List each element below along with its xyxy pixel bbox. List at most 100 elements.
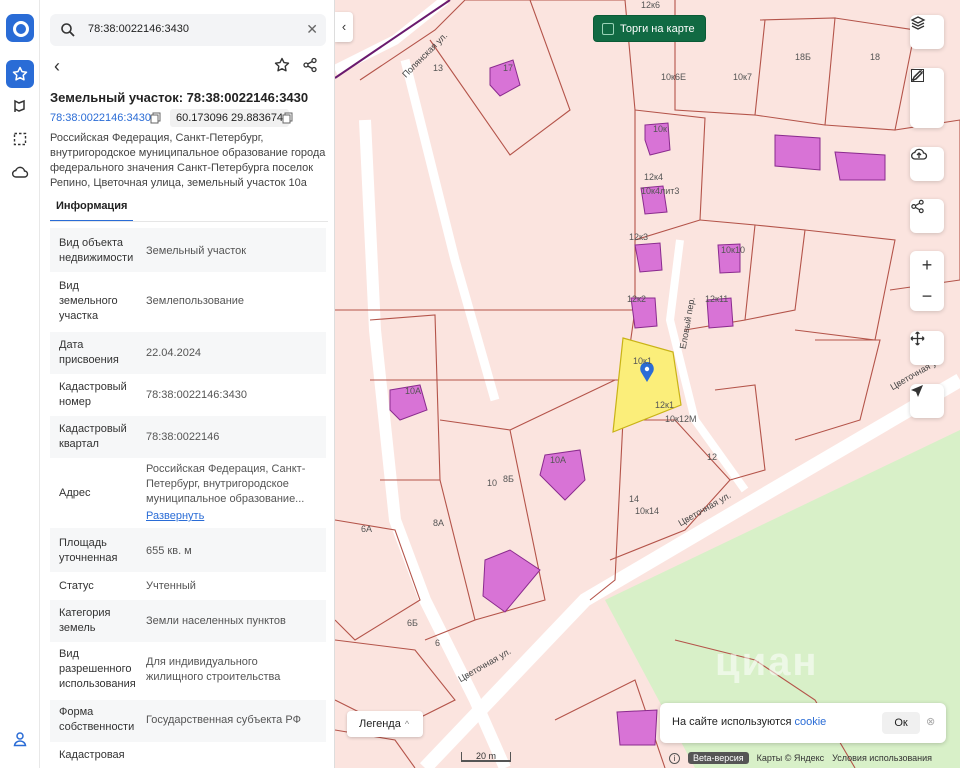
cloud-upload-icon (911, 148, 928, 160)
parcel-label: 10А (550, 455, 567, 465)
cian-watermark: циан (715, 640, 819, 684)
attr-row: Форма собственности Государственная субъ… (50, 700, 326, 742)
map-footer: i Beta-версия Карты © Яндекс Условия исп… (669, 751, 932, 765)
search-box[interactable]: 78:38:0022146:3430 ✕ (50, 14, 326, 46)
back-chevron-icon[interactable]: ‹ (54, 56, 60, 77)
object-title: Земельный участок: 78:38:0022146:3430 (50, 90, 309, 105)
geolocate-button[interactable] (910, 384, 944, 418)
terms-link[interactable]: Условия использования (832, 753, 932, 763)
tab-divider (50, 221, 328, 222)
info-icon[interactable]: i (669, 752, 680, 764)
attr-row: Вид разрешенного использования Для индив… (50, 642, 326, 700)
zoom-controls: + − (910, 251, 944, 311)
attr-row: Адрес Российская Федерация, Санкт-Петерб… (50, 458, 326, 528)
attr-key: Дата присвоения (59, 339, 119, 366)
attr-key: Вид разрешенного использования (59, 648, 136, 690)
parcel-label: 12к11 (705, 294, 729, 304)
info-panel: 78:38:0022146:3430 ✕ ‹ Земельный участок… (40, 0, 335, 768)
attr-value: 78:38:0022146:3430 (146, 389, 247, 401)
attr-key: Адрес (59, 487, 91, 499)
draw-tools (910, 68, 944, 128)
parcel-label: 10к12М (665, 414, 697, 424)
beta-badge: Beta-версия (688, 752, 749, 764)
attr-key: Кадастровый номер (59, 381, 127, 408)
cookie-text: На сайте используются cookie (672, 716, 826, 728)
attr-row: Кадастровый квартал 78:38:0022146 (50, 416, 326, 458)
close-icon[interactable]: ⊗ (926, 715, 935, 728)
parcel-label: 13 (433, 63, 444, 73)
parcel-label: 10к4лит3 (641, 186, 680, 196)
parcel-label: 6А (361, 524, 373, 534)
app-logo-icon[interactable] (6, 14, 34, 42)
cookie-banner: На сайте используются cookie Ок ⊗ (660, 703, 946, 743)
attr-value: Земельный участок (146, 245, 247, 257)
parcel-label: 18 (870, 52, 881, 62)
parcel-label: 12 (707, 452, 718, 462)
parcel-label: 10к (653, 124, 667, 134)
zoom-in-icon[interactable]: + (922, 255, 933, 276)
cadastral-map[interactable]: 13 17 10к6Е 10к7 18Б 18 12к6 10к 12к4 10… (335, 0, 960, 768)
layers-button[interactable] (910, 15, 944, 49)
share-icon[interactable] (302, 57, 318, 73)
scale-bar: 20 m (461, 752, 511, 762)
search-input[interactable]: 78:38:0022146:3430 (88, 23, 189, 35)
attr-value: 22.04.2024 (146, 347, 202, 359)
attr-value: Земли населенных пунктов (146, 615, 286, 627)
parcel-label: 8А (433, 518, 445, 528)
attr-key: Площадь уточненная (59, 537, 118, 564)
copy-icon[interactable] (150, 112, 161, 124)
map-route-icon[interactable] (6, 92, 34, 120)
left-rail (0, 0, 40, 768)
navigation-arrow-icon (911, 385, 923, 397)
user-profile-icon[interactable] (6, 725, 34, 753)
torgi-toggle[interactable]: Торги на карте (593, 15, 706, 42)
attr-value: Государственная субъекта РФ (146, 714, 301, 726)
parcel-label: 18Б (795, 52, 811, 62)
attr-key: Статус (59, 580, 94, 592)
tab-info[interactable]: Информация (50, 200, 134, 222)
maps-credit[interactable]: Карты © Яндекс (757, 753, 825, 763)
edit-icon[interactable] (910, 68, 925, 83)
upload-button[interactable] (910, 147, 944, 181)
parcel-label: 10к6Е (661, 72, 686, 82)
torgi-checkbox[interactable] (602, 22, 614, 35)
star-icon[interactable] (274, 57, 290, 73)
share-map-button[interactable] (910, 199, 944, 233)
expand-address-link[interactable]: Развернуть (146, 509, 314, 524)
map-canvas[interactable] (335, 0, 960, 768)
attr-key: Кадастровый квартал (59, 423, 127, 450)
select-area-icon[interactable] (6, 125, 34, 153)
cloud-icon[interactable] (6, 158, 34, 186)
parcel-label: 12к3 (629, 232, 648, 242)
attr-key: Категория земель (59, 607, 111, 634)
cadastral-number-link[interactable]: 78:38:0022146:3430 (50, 112, 151, 124)
legend-button[interactable]: Легенда ^ (347, 711, 423, 737)
copy-coordinates-icon[interactable] (282, 112, 293, 124)
search-icon (61, 23, 75, 37)
collapse-panel-button[interactable]: ‹ (335, 12, 353, 42)
cookie-ok-button[interactable]: Ок (882, 712, 920, 734)
parcel-label: 8Б (503, 474, 514, 484)
favorites-icon[interactable] (6, 60, 34, 88)
parcel-label: 10к10 (721, 245, 745, 255)
attr-value: Российская Федерация, Санкт-Петербург, в… (146, 462, 314, 524)
attr-key: Вид объекта недвижимости (59, 237, 134, 264)
move-button[interactable] (910, 331, 944, 365)
chevron-up-icon: ^ (404, 719, 410, 729)
attr-value: Для индивидуального жилищного строительс… (146, 656, 281, 683)
zoom-out-icon[interactable]: − (922, 286, 933, 307)
parcel-label: 14 (629, 494, 640, 504)
cookie-link[interactable]: cookie (794, 716, 826, 728)
clear-search-icon[interactable]: ✕ (306, 21, 318, 38)
attr-key: Вид земельного участка (59, 280, 118, 322)
share-icon (911, 199, 924, 214)
coordinates-badge: 60.173096 29.883674 (170, 109, 290, 127)
attr-value: 78:38:0022146 (146, 431, 220, 443)
attr-row: Кадастровый номер 78:38:0022146:3430 (50, 374, 326, 416)
attr-row: Площадь уточненная 655 кв. м (50, 528, 326, 572)
parcel-label: 6Б (407, 618, 418, 628)
parcel-label: 12к6 (641, 0, 660, 10)
attr-value: Учтенный (146, 580, 196, 592)
parcel-label: 10к1 (633, 356, 652, 366)
parcel-label: 12к2 (627, 294, 646, 304)
